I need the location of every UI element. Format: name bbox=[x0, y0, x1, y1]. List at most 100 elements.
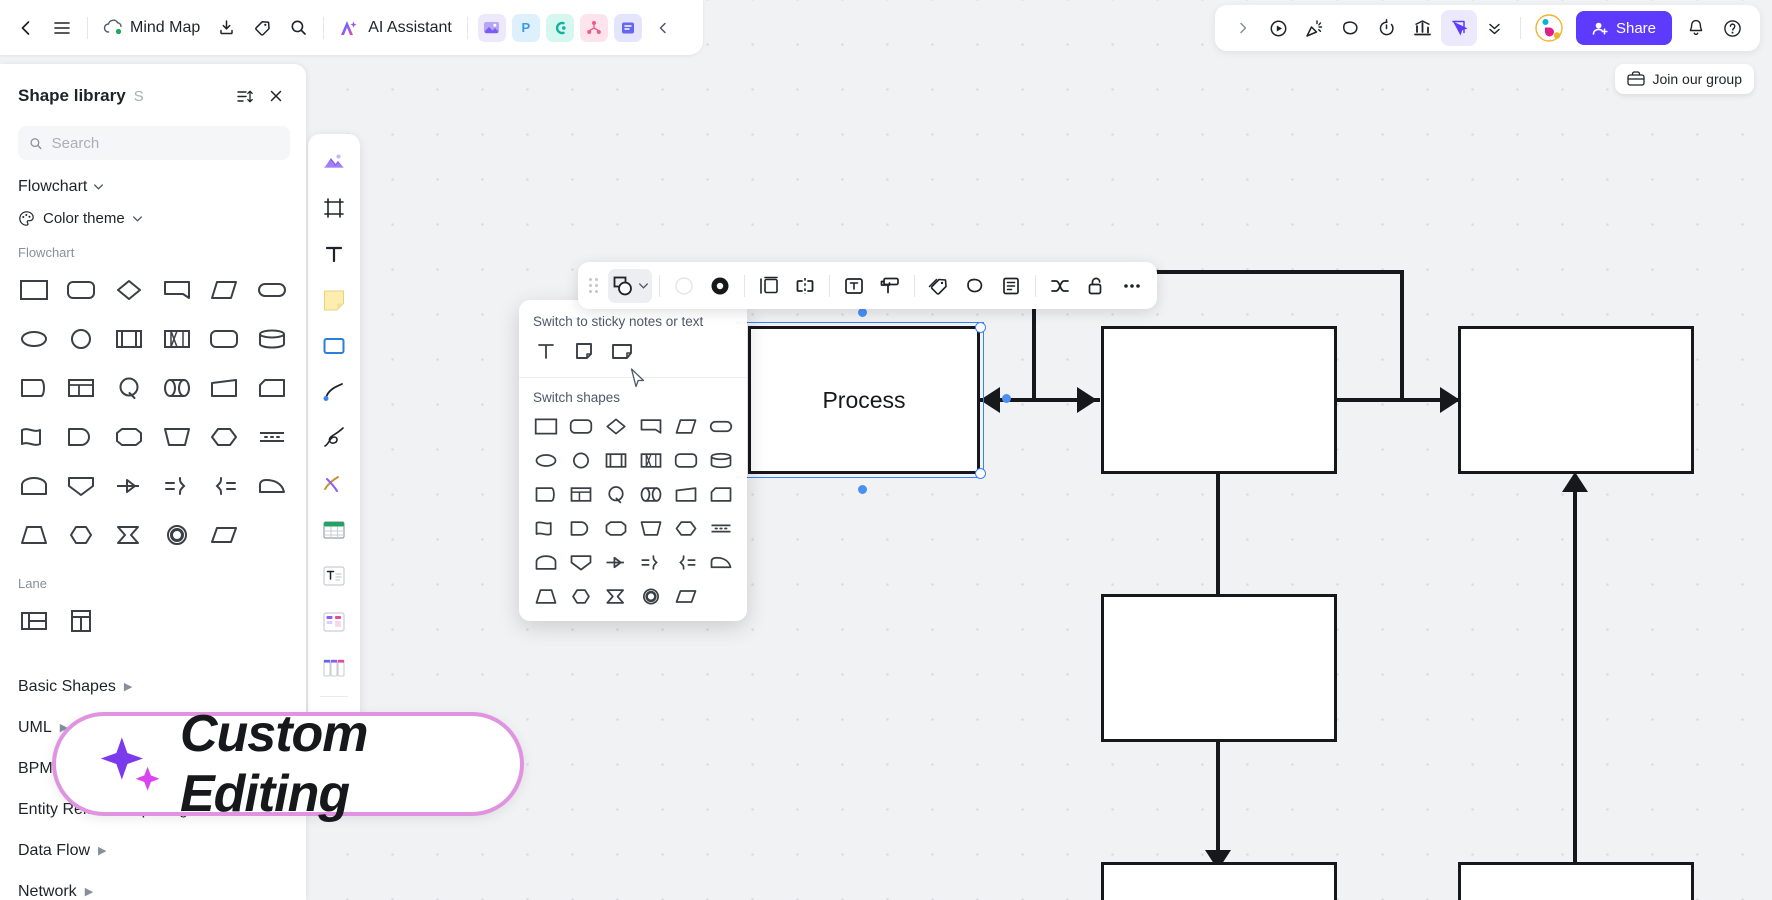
share-button[interactable]: Share bbox=[1575, 11, 1672, 45]
document-title[interactable]: Mind Map bbox=[95, 10, 208, 46]
present-button[interactable] bbox=[1261, 10, 1297, 46]
popup-shape-direct-access-storage[interactable] bbox=[633, 477, 668, 511]
shape-rhombus-flat[interactable] bbox=[201, 511, 249, 558]
node-5[interactable] bbox=[1101, 594, 1337, 742]
search-button[interactable] bbox=[280, 10, 316, 46]
close-panel-button[interactable] bbox=[262, 82, 290, 110]
shape-wave-document[interactable] bbox=[10, 413, 58, 460]
popup-shape-note-corner[interactable] bbox=[703, 477, 738, 511]
shape-document[interactable] bbox=[10, 364, 58, 411]
connector-tool[interactable] bbox=[314, 370, 354, 414]
shape-hexagon-flat[interactable] bbox=[58, 511, 106, 558]
node-process[interactable]: Process bbox=[748, 326, 980, 474]
chart-app-icon[interactable] bbox=[545, 13, 574, 42]
sticky-note-tool[interactable] bbox=[314, 278, 354, 322]
comment-button[interactable] bbox=[1333, 10, 1369, 46]
popup-shape-card[interactable] bbox=[633, 409, 668, 443]
popup-shape-merge-brace-left[interactable] bbox=[668, 545, 703, 579]
anchor-dot-right[interactable] bbox=[1002, 394, 1011, 403]
border-style-button[interactable] bbox=[703, 269, 737, 303]
format-painter-button[interactable] bbox=[873, 269, 907, 303]
popup-shape-circle[interactable] bbox=[563, 443, 598, 477]
menu-button[interactable] bbox=[44, 10, 80, 46]
node-2[interactable] bbox=[1101, 326, 1337, 474]
popup-shape-rhombus-flat[interactable] bbox=[668, 579, 703, 613]
shape-merge-brace-right[interactable] bbox=[153, 462, 201, 509]
shape-note-corner[interactable] bbox=[248, 364, 296, 411]
popup-shape-parallelogram[interactable] bbox=[668, 409, 703, 443]
shape-merge-brace-left[interactable] bbox=[201, 462, 249, 509]
shape-hexagon[interactable] bbox=[201, 413, 249, 460]
shape-rectangle[interactable] bbox=[10, 266, 58, 313]
shape-horizontal-lane[interactable] bbox=[10, 597, 58, 644]
popup-shape-diamond[interactable] bbox=[598, 409, 633, 443]
shape-database[interactable] bbox=[248, 315, 296, 362]
shape-ellipse[interactable] bbox=[10, 315, 58, 362]
popup-shape-delay[interactable] bbox=[563, 511, 598, 545]
expand-toolbar-button[interactable] bbox=[1225, 10, 1261, 46]
timer-button[interactable] bbox=[1369, 10, 1405, 46]
fill-color-button[interactable] bbox=[667, 269, 701, 303]
search-input[interactable] bbox=[51, 134, 279, 152]
category-basic-shapes[interactable]: Basic Shapes ▶ bbox=[0, 666, 306, 707]
popup-shape-hexagon[interactable] bbox=[668, 511, 703, 545]
shape-predefined-process[interactable] bbox=[105, 315, 153, 362]
table-tool[interactable] bbox=[314, 508, 354, 552]
cursor-pointer-button[interactable] bbox=[1440, 10, 1477, 46]
image-app-icon[interactable] bbox=[477, 13, 506, 42]
category-data-flow[interactable]: Data Flow ▶ bbox=[0, 830, 306, 871]
anchor-dot-top[interactable] bbox=[858, 308, 867, 317]
notifications-button[interactable] bbox=[1678, 10, 1714, 46]
popup-shape-database[interactable] bbox=[703, 443, 738, 477]
shape-double-circle[interactable] bbox=[153, 511, 201, 558]
color-theme-button[interactable]: Color theme bbox=[18, 210, 288, 227]
anchor-dot-bottom[interactable] bbox=[858, 485, 867, 494]
popup-text-option[interactable] bbox=[528, 335, 564, 367]
node-3[interactable] bbox=[1458, 326, 1694, 474]
shape-manual-input-cup[interactable] bbox=[153, 413, 201, 460]
popup-shape-ellipse[interactable] bbox=[528, 443, 563, 477]
popup-shape-stacked-lines[interactable] bbox=[703, 511, 738, 545]
pen-tool[interactable] bbox=[314, 416, 354, 460]
shape-curved-cap[interactable] bbox=[248, 462, 296, 509]
shape-delay[interactable] bbox=[58, 413, 106, 460]
avatar[interactable] bbox=[1528, 10, 1570, 46]
join-group-button[interactable]: Join our group bbox=[1615, 64, 1754, 94]
shape-direct-access-storage[interactable] bbox=[153, 364, 201, 411]
more-tools-button[interactable] bbox=[1477, 10, 1513, 46]
node-7[interactable] bbox=[1458, 862, 1694, 900]
shape-tool[interactable] bbox=[314, 324, 354, 368]
flip-button[interactable] bbox=[788, 269, 822, 303]
shape-trapezoid[interactable] bbox=[10, 511, 58, 558]
shape-pill[interactable] bbox=[248, 266, 296, 313]
popup-shape-rounded-rectangle[interactable] bbox=[563, 409, 598, 443]
popup-shape-trapezoid[interactable] bbox=[528, 579, 563, 613]
shape-display-window[interactable] bbox=[58, 364, 106, 411]
popup-shape-pill[interactable] bbox=[703, 409, 738, 443]
back-button[interactable] bbox=[8, 10, 44, 46]
popup-sticky-note-option[interactable] bbox=[566, 335, 602, 367]
celebrate-button[interactable] bbox=[1297, 10, 1333, 46]
popup-shape-octagon-soft[interactable] bbox=[598, 511, 633, 545]
eraser-tool[interactable] bbox=[314, 462, 354, 506]
more-options-button[interactable] bbox=[1115, 269, 1149, 303]
text-tool[interactable] bbox=[314, 232, 354, 276]
download-button[interactable] bbox=[208, 10, 244, 46]
shape-circle[interactable] bbox=[58, 315, 106, 362]
category-network[interactable]: Network ▶ bbox=[0, 871, 306, 900]
popup-shape-trapezoid-right[interactable] bbox=[668, 477, 703, 511]
popup-shape-shield[interactable] bbox=[563, 545, 598, 579]
connector-style-button[interactable] bbox=[1043, 269, 1077, 303]
shape-dome[interactable] bbox=[10, 462, 58, 509]
vote-button[interactable] bbox=[1405, 10, 1441, 46]
popup-shape-manual-operation-circle[interactable] bbox=[598, 477, 633, 511]
selection-handle-bottom-right[interactable] bbox=[975, 468, 986, 479]
note-app-icon[interactable] bbox=[613, 13, 642, 42]
shape-trapezoid-right[interactable] bbox=[201, 364, 249, 411]
popup-shape-curved-cap[interactable] bbox=[703, 545, 738, 579]
popup-shape-pennant[interactable] bbox=[598, 579, 633, 613]
shape-rounded-rectangle[interactable] bbox=[58, 266, 106, 313]
popup-shape-document[interactable] bbox=[528, 477, 563, 511]
columns-tool[interactable] bbox=[314, 646, 354, 690]
lock-button[interactable] bbox=[1079, 269, 1113, 303]
